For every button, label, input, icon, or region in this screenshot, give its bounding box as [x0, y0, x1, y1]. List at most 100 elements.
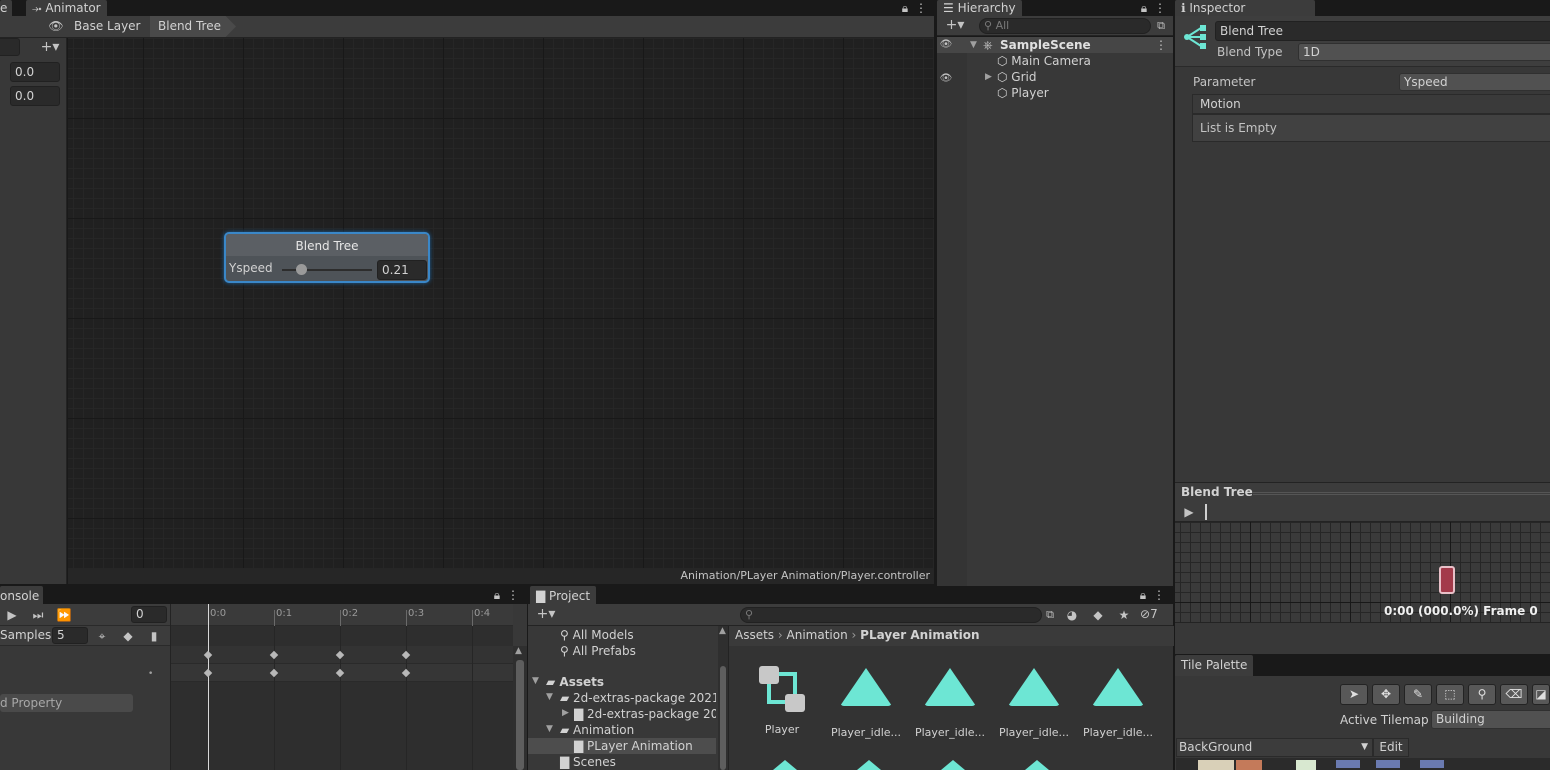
scene-search-icon[interactable]: ⧉	[1153, 18, 1169, 34]
parameter-search-field[interactable]	[0, 38, 20, 56]
palette-dropdown[interactable]: BackGround ▼	[1176, 738, 1373, 757]
move-tool-icon[interactable]: ✥	[1372, 684, 1400, 705]
add-keyframe-icon[interactable]: ◆	[120, 628, 136, 644]
favorite-star-icon[interactable]: ★	[1116, 607, 1132, 623]
hierarchy-item-main-camera[interactable]: ⬡ Main Camera	[997, 53, 1091, 69]
parameter-dropdown[interactable]: Yspeed	[1399, 73, 1550, 91]
select-tool-icon[interactable]: ➤	[1340, 684, 1368, 705]
box-fill-icon[interactable]: ⬚	[1436, 684, 1464, 705]
breadcrumb-blend-tree[interactable]: Blend Tree	[150, 16, 236, 37]
scroll-up-icon[interactable]: ▲	[719, 626, 726, 636]
tree-item-scenes[interactable]: ▇ Scenes	[560, 754, 616, 770]
eye-icon[interactable]: 👁︎	[939, 71, 953, 87]
active-tilemap-dropdown[interactable]: Building	[1431, 710, 1550, 729]
fill-icon[interactable]: ◪	[1532, 684, 1550, 705]
play-icon[interactable]: ▶	[1181, 504, 1197, 520]
timeline[interactable]: 0:0 0:1 0:2 0:3 0:4	[171, 604, 513, 770]
asset-player-idle-2[interactable]: Player_idle...	[911, 668, 989, 739]
hidden-packages-icon[interactable]: ⊘7	[1140, 607, 1158, 621]
asset-player-idle-4[interactable]: Player_idle...	[1079, 668, 1157, 739]
scroll-thumb[interactable]	[720, 666, 726, 770]
tree-item-extras-package-sub[interactable]: ▇ 2d-extras-package 20	[574, 706, 716, 722]
frame-field[interactable]: 0	[131, 606, 167, 623]
asset-player-idle-3[interactable]: Player_idle...	[995, 668, 1073, 739]
preview-scrubber[interactable]	[1205, 504, 1207, 520]
animator-graph[interactable]: Blend Tree Yspeed 0.21	[68, 38, 934, 568]
create-asset-icon[interactable]: +▾	[532, 606, 560, 622]
preview-drag-handle[interactable]	[1253, 492, 1550, 495]
lock-icon[interactable]: 🔒︎	[1137, 0, 1151, 16]
asset-player-idle-1[interactable]: Player_idle...	[827, 668, 905, 739]
eraser-icon[interactable]: ⌫	[1500, 684, 1528, 705]
palette-tile[interactable]	[1296, 760, 1316, 770]
palette-tile[interactable]	[1420, 760, 1444, 768]
tree-item-assets[interactable]: ▰ Assets	[546, 674, 604, 690]
more-menu-icon[interactable]: ⋮	[914, 0, 928, 16]
breadcrumb-player-animation[interactable]: PLayer Animation	[860, 628, 979, 642]
hierarchy-tab[interactable]: ☰ Hierarchy	[937, 0, 1022, 16]
add-parameter-icon[interactable]: +▾	[36, 39, 64, 55]
left-tab-stub[interactable]: e	[0, 0, 12, 16]
breadcrumb-animation[interactable]: Animation	[787, 628, 848, 642]
last-frame-icon[interactable]: ⏩	[56, 607, 72, 623]
samples-field[interactable]: 5	[52, 627, 88, 644]
more-menu-icon[interactable]: ⋮	[1152, 587, 1166, 603]
more-menu-icon[interactable]: ⋮	[506, 587, 520, 603]
node-value-field[interactable]: 0.21	[377, 260, 427, 280]
palette-tile[interactable]	[1198, 760, 1234, 770]
hierarchy-item-grid[interactable]: ⬡ Grid	[997, 69, 1036, 85]
hierarchy-item-player[interactable]: ⬡ Player	[997, 85, 1049, 101]
palette-tile[interactable]	[1336, 760, 1360, 768]
tree-item-extras-package[interactable]: ▰ 2d-extras-package 2021	[560, 690, 716, 706]
palette-tile[interactable]	[1236, 760, 1262, 770]
add-property-button[interactable]: d Property	[0, 694, 133, 712]
filter-by-label-icon[interactable]: ◆	[1090, 607, 1106, 623]
tree-item-animation[interactable]: ▰ Animation	[560, 722, 634, 738]
eye-icon[interactable]: 👁︎	[48, 18, 64, 34]
lock-icon[interactable]: 🔒︎	[1136, 587, 1150, 603]
breadcrumb-assets[interactable]: Assets	[735, 628, 774, 642]
animator-tab[interactable]: ⤞ Animator	[26, 0, 107, 16]
edit-palette-button[interactable]: Edit	[1373, 738, 1409, 757]
preview-viewport[interactable]: 0:00 (000.0%) Frame 0	[1175, 522, 1550, 622]
scroll-thumb[interactable]	[516, 660, 524, 770]
console-tab[interactable]: onsole	[0, 586, 44, 604]
tree-item-all-models[interactable]: ⚲ All Models	[560, 627, 634, 643]
add-object-icon[interactable]: +▾	[941, 17, 969, 33]
picker-icon[interactable]: ⚲	[1468, 684, 1496, 705]
tile-palette-tab[interactable]: Tile Palette	[1175, 655, 1254, 676]
palette-tile[interactable]	[1376, 760, 1400, 768]
tree-item-player-animation[interactable]: ▇ PLayer Animation	[574, 738, 693, 754]
paint-brush-icon[interactable]: ✎	[1404, 684, 1432, 705]
add-event-icon[interactable]: ▮	[146, 628, 162, 644]
lock-icon[interactable]: 🔒︎	[490, 587, 504, 603]
blend-type-dropdown[interactable]: 1D	[1298, 43, 1550, 61]
tree-scrollbar[interactable]: ▲	[718, 626, 728, 770]
more-menu-icon[interactable]: ⋮	[1153, 0, 1167, 16]
expand-icon[interactable]: ▼	[546, 724, 553, 734]
object-name-field[interactable]: Blend Tree	[1215, 21, 1550, 41]
parameter-value-2[interactable]: 0.0	[10, 86, 60, 106]
blend-tree-node[interactable]: Blend Tree Yspeed 0.21	[224, 232, 430, 283]
expand-icon[interactable]: ▶	[985, 69, 992, 85]
project-search-input[interactable]: ⚲	[740, 607, 1042, 623]
expand-icon[interactable]: ▼	[546, 692, 553, 702]
more-menu-icon[interactable]: ⋮	[1155, 37, 1167, 53]
filter-by-type-icon[interactable]: ◕	[1064, 607, 1080, 623]
scene-search-icon[interactable]: ⧉	[1042, 607, 1058, 623]
expand-icon[interactable]: ▼	[970, 37, 977, 53]
play-icon[interactable]: ▶	[4, 607, 20, 623]
next-frame-icon[interactable]: ⏭	[30, 607, 46, 623]
hierarchy-search-input[interactable]: ⚲ All	[979, 18, 1151, 34]
node-slider-thumb[interactable]	[295, 264, 307, 275]
breadcrumb-base-layer[interactable]: Base Layer	[66, 16, 155, 37]
project-tab[interactable]: ▇ Project	[530, 586, 597, 604]
timeline-scrollbar[interactable]: ▲	[513, 646, 527, 770]
expand-icon[interactable]: ▶	[562, 708, 569, 718]
record-keyframe-icon[interactable]: ⌖	[94, 628, 110, 644]
parameter-value-1[interactable]: 0.0	[10, 62, 60, 82]
tree-item-all-prefabs[interactable]: ⚲ All Prefabs	[560, 643, 636, 659]
scene-row[interactable]: 👁︎ ▼ ⎈ SampleScene ⋮	[937, 37, 1173, 53]
inspector-tab[interactable]: ℹ Inspector	[1175, 0, 1315, 16]
expand-icon[interactable]: ▼	[532, 676, 539, 686]
